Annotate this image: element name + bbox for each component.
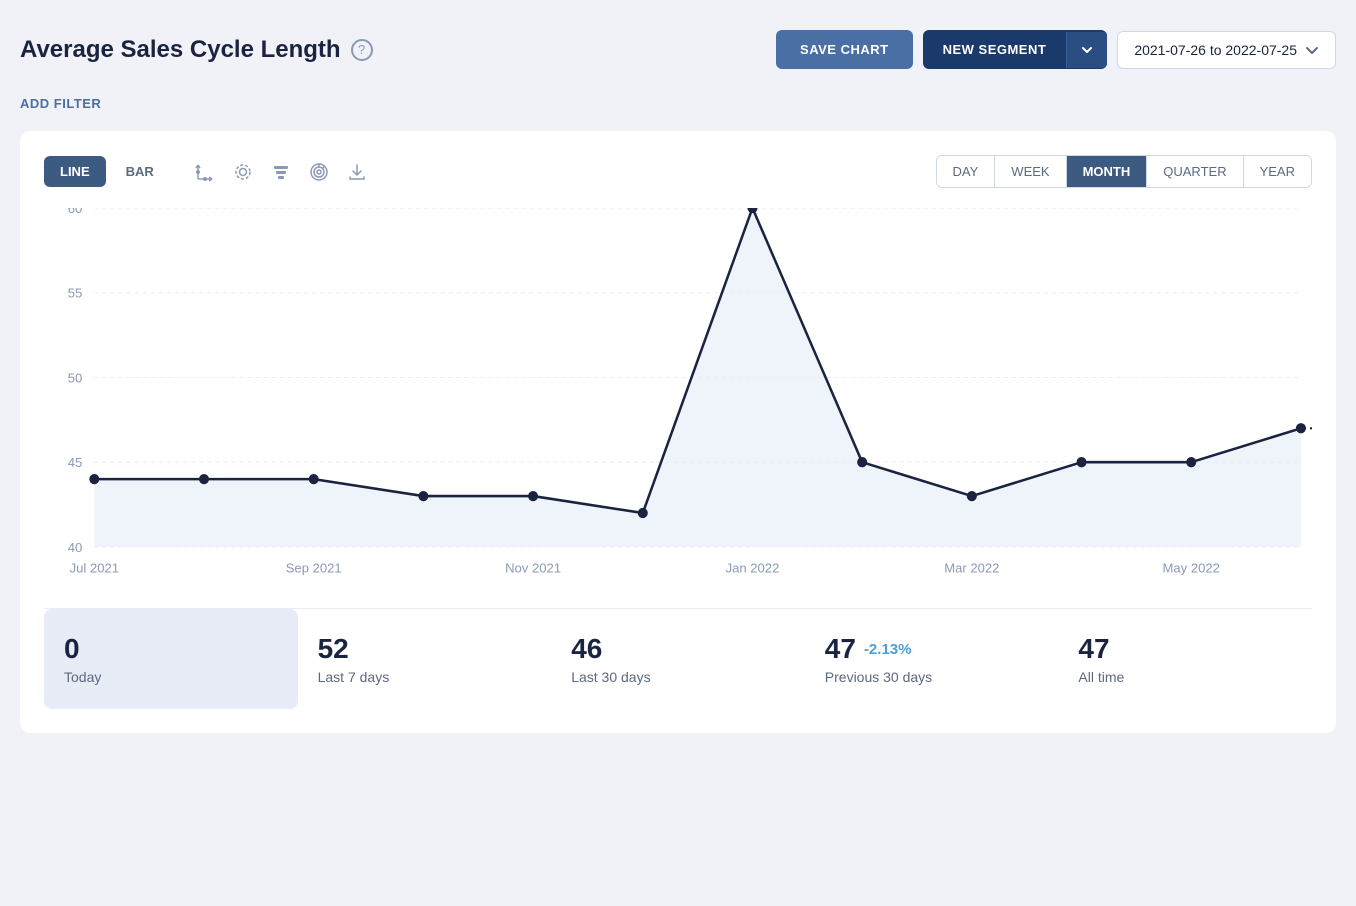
chart-icons (194, 161, 368, 183)
stat-alltime: 47 All time (1058, 609, 1312, 709)
goal-icon-button[interactable] (308, 161, 330, 183)
quarter-period-button[interactable]: QUARTER (1147, 156, 1243, 187)
page-title: Average Sales Cycle Length (20, 36, 341, 64)
stat-last30-value: 46 (571, 633, 602, 665)
week-period-button[interactable]: WEEK (995, 156, 1066, 187)
stat-last7: 52 Last 7 days (298, 609, 552, 709)
svg-text:55: 55 (68, 285, 83, 300)
add-filter-button[interactable]: ADD FILTER (20, 96, 101, 111)
stat-prev30: 47 -2.13% Previous 30 days (805, 609, 1059, 709)
axis-icon-button[interactable] (194, 161, 216, 183)
svg-text:45: 45 (68, 455, 83, 470)
new-segment-button[interactable]: NEW SEGMENT (923, 30, 1108, 69)
stat-prev30-change: -2.13% (864, 641, 912, 658)
donut-chart-icon-button[interactable] (232, 161, 254, 183)
date-range-chevron-icon (1305, 43, 1319, 57)
help-icon[interactable]: ? (351, 39, 373, 61)
svg-text:Mar 2022: Mar 2022 (944, 560, 999, 575)
page-header: Average Sales Cycle Length ? SAVE CHART … (20, 20, 1336, 79)
page-container: Average Sales Cycle Length ? SAVE CHART … (20, 20, 1336, 733)
stat-last7-label: Last 7 days (318, 669, 390, 685)
stat-today: 0 Today (44, 609, 298, 709)
new-segment-label: NEW SEGMENT (923, 30, 1067, 69)
funnel-icon-button[interactable] (270, 161, 292, 183)
stat-last7-value: 52 (318, 633, 349, 665)
date-range-text: 2021-07-26 to 2022-07-25 (1134, 42, 1297, 58)
header-actions: SAVE CHART NEW SEGMENT 2021-07-26 to 202… (776, 30, 1336, 69)
year-period-button[interactable]: YEAR (1244, 156, 1311, 187)
svg-text:50: 50 (68, 370, 83, 385)
stat-today-value: 0 (64, 633, 80, 665)
stat-last30: 46 Last 30 days (551, 609, 805, 709)
period-buttons: DAY WEEK MONTH QUARTER YEAR (936, 155, 1312, 188)
svg-text:Jan 2022: Jan 2022 (726, 560, 780, 575)
stat-alltime-label: All time (1078, 669, 1124, 685)
svg-text:60: 60 (68, 208, 83, 216)
day-period-button[interactable]: DAY (937, 156, 996, 187)
stat-prev30-value: 47 -2.13% (825, 633, 912, 665)
stats-row: 0 Today 52 Last 7 days 46 Last 30 days 4… (44, 608, 1312, 709)
chart-card: LINE BAR (20, 131, 1336, 733)
svg-text:40: 40 (68, 540, 83, 555)
download-icon-button[interactable] (346, 161, 368, 183)
save-chart-button[interactable]: SAVE CHART (776, 30, 913, 69)
title-area: Average Sales Cycle Length ? (20, 36, 373, 64)
bar-chart-button[interactable]: BAR (110, 156, 170, 187)
stat-alltime-value: 47 (1078, 633, 1109, 665)
svg-text:Nov 2021: Nov 2021 (505, 560, 561, 575)
new-segment-chevron-icon[interactable] (1066, 32, 1107, 68)
chart-toolbar: LINE BAR (44, 155, 1312, 188)
line-chart-svg: 60 55 50 45 40 (44, 208, 1312, 588)
stat-today-label: Today (64, 669, 101, 685)
chart-type-buttons: LINE BAR (44, 156, 170, 187)
date-range-button[interactable]: 2021-07-26 to 2022-07-25 (1117, 31, 1336, 69)
stat-last30-label: Last 30 days (571, 669, 650, 685)
svg-text:Jul 2021: Jul 2021 (70, 560, 119, 575)
chart-area: 60 55 50 45 40 (44, 208, 1312, 588)
line-chart-button[interactable]: LINE (44, 156, 106, 187)
svg-text:May 2022: May 2022 (1163, 560, 1220, 575)
svg-text:Sep 2021: Sep 2021 (286, 560, 342, 575)
stat-prev30-label: Previous 30 days (825, 669, 932, 685)
month-period-button[interactable]: MONTH (1067, 156, 1148, 187)
